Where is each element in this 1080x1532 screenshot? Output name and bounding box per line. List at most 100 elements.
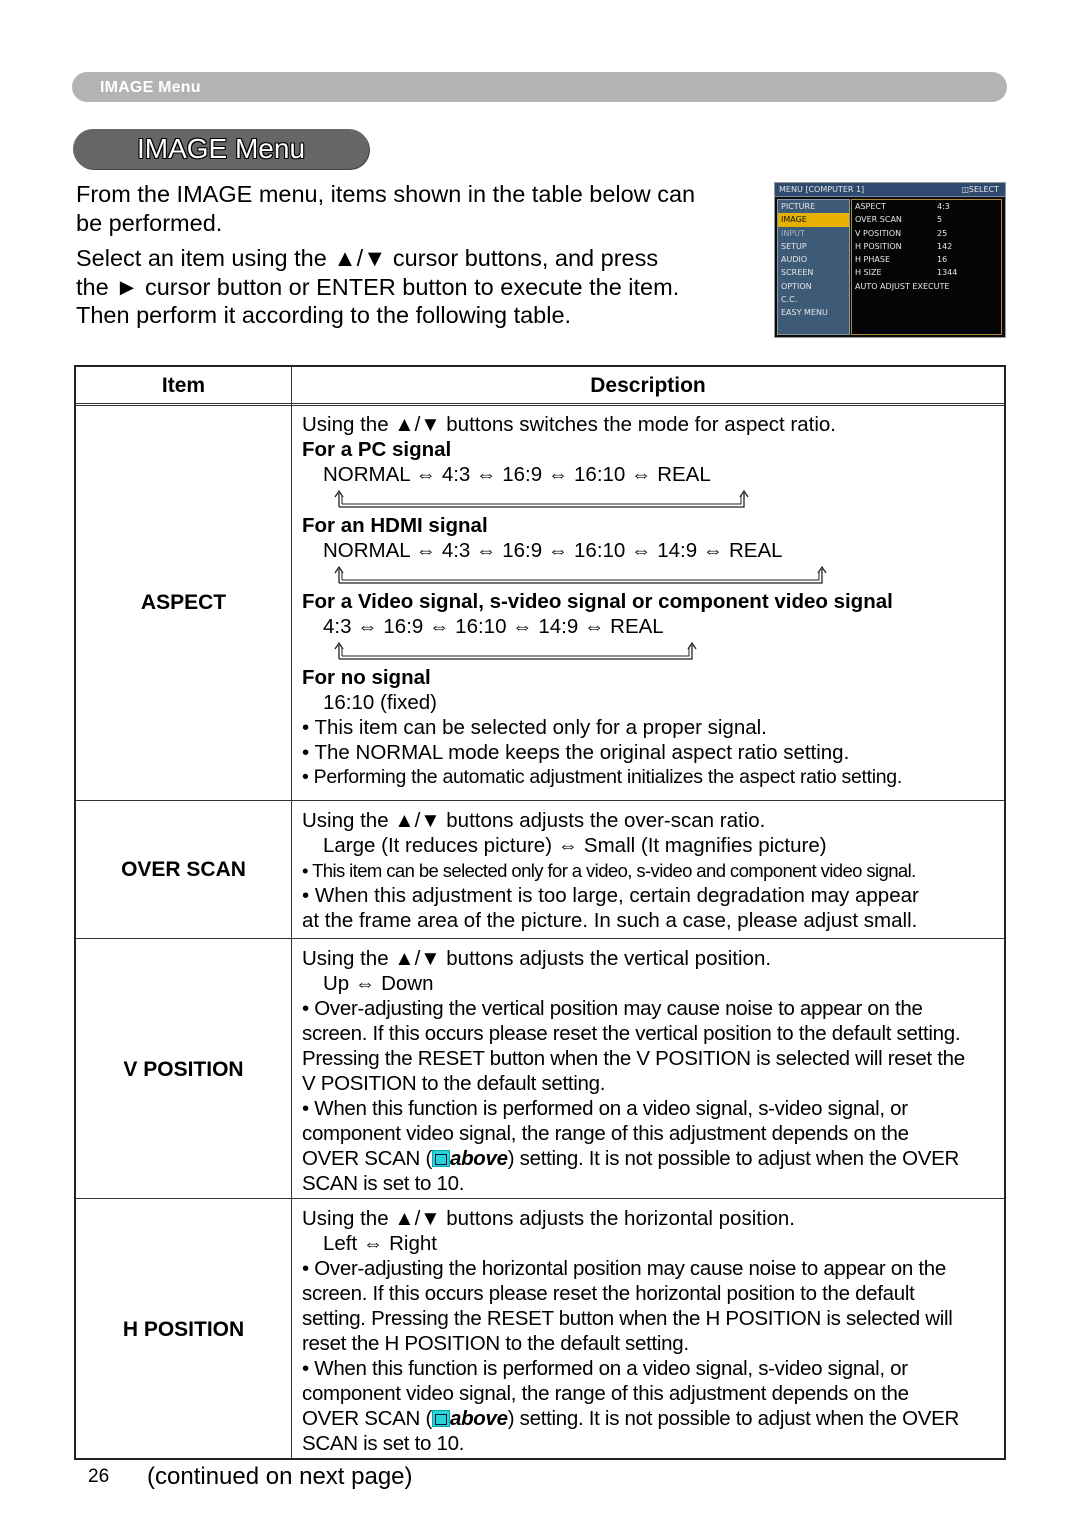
osd-select-label: SELECT bbox=[968, 185, 999, 194]
page-number: 26 bbox=[88, 1466, 110, 1487]
intro-line: the ► cursor button or ENTER button to e… bbox=[76, 273, 680, 300]
desc-line: Using the ▲/▼ buttons adjusts the over-s… bbox=[302, 809, 766, 832]
video-signal-cycle: 4:3 ⇔ 16:9 ⇔ 16:10 ⇔ 14:9 ⇔ REAL bbox=[323, 615, 664, 638]
desc-line: screen. If this occurs please reset the … bbox=[302, 1282, 915, 1305]
intro-line: Then perform it according to the followi… bbox=[76, 302, 572, 328]
adjust-range: Up ⇔ Down bbox=[323, 972, 434, 995]
osd-menu-item: C.C. bbox=[781, 295, 798, 305]
book-reference-icon bbox=[431, 1410, 450, 1427]
note: • This item can be selected only for a v… bbox=[302, 860, 916, 881]
desc-line: screen. If this occurs please reset the … bbox=[302, 1022, 961, 1045]
no-signal-heading: For no signal bbox=[302, 666, 431, 689]
item-v-position: V POSITION bbox=[123, 1058, 244, 1081]
book-reference-icon bbox=[431, 1150, 450, 1167]
desc-line: Using the ▲/▼ buttons adjusts the vertic… bbox=[302, 947, 772, 970]
hdmi-signal-cycle: NORMAL ⇔ 4:3 ⇔ 16:9 ⇔ 16:10 ⇔ 14:9 ⇔ REA… bbox=[323, 539, 783, 562]
osd-setting-row: H PHASE 16 bbox=[852, 253, 1001, 266]
desc-line: component video signal, the range of thi… bbox=[302, 1382, 909, 1405]
osd-setting-row: ASPECT 4:3 bbox=[852, 200, 1001, 213]
osd-setting-value: 5 bbox=[937, 215, 943, 225]
item-h-position: H POSITION bbox=[122, 1318, 245, 1341]
osd-setting-name: H PHASE bbox=[855, 255, 891, 265]
osd-setting-row: OVER SCAN 5 bbox=[852, 213, 1001, 226]
osd-menu-screenshot: MENU [COMPUTER 1] ◫SELECT PICTURE IMAGE … bbox=[774, 182, 1006, 338]
osd-menu-item: SETUP bbox=[781, 241, 807, 251]
osd-menu-item: EASY MENU bbox=[781, 308, 828, 318]
intro-text: From the IMAGE menu, items shown in the … bbox=[76, 180, 756, 337]
section-header-label: IMAGE Menu bbox=[100, 79, 201, 96]
desc-line: component video signal, the range of thi… bbox=[302, 1122, 909, 1145]
osd-setting-name: OVER SCAN bbox=[855, 215, 902, 225]
osd-setting-value: 25 bbox=[937, 228, 948, 238]
above-reference-link[interactable]: above bbox=[450, 1147, 508, 1170]
osd-setting-value: 16 bbox=[937, 255, 948, 265]
desc-line: Using the ▲/▼ buttons switches the mode … bbox=[302, 413, 836, 436]
intro-line: Select an item using the ▲/▼ cursor butt… bbox=[76, 245, 659, 271]
osd-sidebar: PICTURE IMAGE INPUT SETUP AUDIO SCREEN O… bbox=[777, 199, 850, 335]
adjust-range: Large (It reduces picture) ⇔ Small (It m… bbox=[323, 834, 827, 857]
description-aspect: Using the ▲/▼ buttons switches the mode … bbox=[302, 412, 1002, 790]
desc-line: Pressing the RESET button when the V POS… bbox=[302, 1047, 965, 1070]
loop-arrow-icon bbox=[332, 563, 1002, 589]
osd-select-hint: ◫SELECT bbox=[961, 185, 999, 194]
osd-menu-item: SCREEN bbox=[781, 268, 814, 278]
desc-line: • Over-adjusting the horizontal position… bbox=[302, 1257, 946, 1280]
osd-setting-value: 1344 bbox=[937, 268, 958, 278]
pc-signal-heading: For a PC signal bbox=[302, 438, 452, 461]
header-divider bbox=[76, 403, 1004, 406]
osd-setting-name: AUTO ADJUST EXECUTE bbox=[855, 281, 950, 291]
description-v-position: Using the ▲/▼ buttons adjusts the vertic… bbox=[302, 946, 1002, 1196]
desc-text: OVER SCAN ( bbox=[302, 1407, 432, 1430]
description-over-scan: Using the ▲/▼ buttons adjusts the over-s… bbox=[302, 808, 1002, 933]
intro-paragraph-2: Select an item using the ▲/▼ cursor butt… bbox=[76, 244, 756, 330]
desc-line: • Over-adjusting the vertical position m… bbox=[302, 997, 923, 1020]
continued-note: (continued on next page) bbox=[147, 1463, 413, 1490]
osd-setting-value: 142 bbox=[937, 241, 953, 251]
video-signal-heading: For a Video signal, s-video signal or co… bbox=[302, 590, 893, 613]
osd-menu-item: AUDIO bbox=[781, 255, 808, 265]
osd-setting-name: V POSITION bbox=[855, 228, 902, 238]
intro-paragraph-1: From the IMAGE menu, items shown in the … bbox=[76, 181, 696, 236]
osd-title: MENU [COMPUTER 1] bbox=[779, 185, 865, 194]
row-divider bbox=[76, 800, 1004, 801]
osd-setting-row: H SIZE 1344 bbox=[852, 266, 1001, 279]
loop-arrow-icon bbox=[332, 487, 1002, 513]
column-divider bbox=[291, 367, 292, 1458]
desc-line: reset the H POSITION to the default sett… bbox=[302, 1332, 689, 1355]
section-header-bar: IMAGE Menu bbox=[72, 72, 1007, 102]
reference-line: OVER SCAN (above) setting. It is not pos… bbox=[302, 1146, 1002, 1171]
osd-setting-row: AUTO ADJUST EXECUTE bbox=[852, 280, 1001, 293]
osd-setting-value: 4:3 bbox=[937, 202, 950, 211]
header-description: Description bbox=[590, 374, 706, 397]
select-icon: ◫ bbox=[961, 185, 969, 194]
note: at the frame area of the picture. In suc… bbox=[302, 909, 918, 932]
desc-text: ) setting. It is not possible to adjust … bbox=[507, 1147, 960, 1170]
desc-line: Using the ▲/▼ buttons adjusts the horizo… bbox=[302, 1207, 795, 1230]
osd-menu-item: PICTURE bbox=[781, 202, 816, 211]
row-divider bbox=[76, 938, 1004, 939]
desc-text: ) setting. It is not possible to adjust … bbox=[507, 1407, 960, 1430]
item-aspect: ASPECT bbox=[140, 591, 227, 614]
hdmi-signal-heading: For an HDMI signal bbox=[302, 514, 488, 537]
loop-arrow-icon bbox=[332, 639, 1002, 665]
osd-setting-row: V POSITION 25 bbox=[852, 227, 1001, 240]
item-over-scan: OVER SCAN bbox=[121, 858, 246, 881]
no-signal-value: 16:10 (fixed) bbox=[323, 691, 437, 714]
osd-setting-name: H POSITION bbox=[855, 241, 902, 251]
osd-menu-item-selected: IMAGE bbox=[778, 213, 849, 227]
desc-line: SCAN is set to 10. bbox=[302, 1432, 465, 1455]
note: • This item can be selected only for a p… bbox=[302, 716, 767, 739]
note: • Performing the automatic adjustment in… bbox=[302, 766, 902, 788]
page-title: IMAGE Menu bbox=[136, 133, 306, 164]
header-item: Item bbox=[161, 374, 206, 397]
osd-setting-name: ASPECT bbox=[855, 202, 886, 211]
note: • The NORMAL mode keeps the original asp… bbox=[302, 741, 850, 764]
desc-line: V POSITION to the default setting. bbox=[302, 1072, 606, 1095]
desc-line: setting. Pressing the RESET button when … bbox=[302, 1307, 953, 1330]
adjust-range: Left ⇔ Right bbox=[323, 1232, 437, 1255]
above-reference-link[interactable]: above bbox=[450, 1407, 508, 1430]
pc-signal-cycle: NORMAL ⇔ 4:3 ⇔ 16:9 ⇔ 16:10 ⇔ REAL bbox=[323, 463, 711, 486]
description-h-position: Using the ▲/▼ buttons adjusts the horizo… bbox=[302, 1206, 1002, 1456]
desc-line: • When this function is performed on a v… bbox=[302, 1357, 908, 1380]
page-title-badge: IMAGE Menu bbox=[73, 129, 369, 169]
